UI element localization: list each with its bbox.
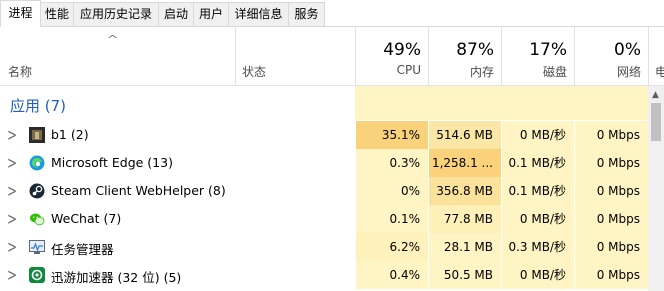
steam-icon bbox=[29, 183, 45, 199]
memory-cell: 50.5 MB bbox=[428, 261, 501, 289]
tab-details[interactable]: 详细信息 bbox=[228, 2, 289, 26]
memory-cell: 28.1 MB bbox=[428, 233, 501, 261]
scrollbar-thumb[interactable] bbox=[651, 103, 661, 141]
cpu-cell: 35.1% bbox=[355, 121, 428, 149]
memory-cell: 1,258.1 ... bbox=[428, 149, 501, 177]
name-column-label: 名称 bbox=[8, 65, 33, 79]
table-row[interactable]: > b1 (2) 35.1% 514.6 MB 0 MB/秒 0 Mbps bbox=[0, 121, 648, 149]
status-column-label: 状态 bbox=[242, 65, 267, 79]
network-cell: 0 Mbps bbox=[574, 261, 648, 289]
cpu-cell: 0.4% bbox=[355, 261, 428, 289]
cpu-cell: 0% bbox=[355, 177, 428, 205]
task-manager-icon bbox=[29, 240, 45, 254]
table-row[interactable]: > Steam Client WebHelper (8) 0% 356.8 MB… bbox=[0, 177, 648, 205]
tab-performance[interactable]: 性能 bbox=[40, 2, 74, 26]
group-title-apps[interactable]: 应用 (7) bbox=[10, 95, 66, 116]
disk-cell: 0.1 MB/秒 bbox=[501, 149, 574, 177]
process-name: 任务管理器 bbox=[51, 242, 114, 257]
cpu-cell: 0.3% bbox=[355, 149, 428, 177]
expand-chevron-icon[interactable]: > bbox=[7, 265, 17, 285]
sort-arrow-icon: ^ bbox=[106, 33, 119, 46]
disk-cell: 0.3 MB/秒 bbox=[501, 233, 574, 261]
table-row[interactable]: > WeChat (7) 0.1% 77.8 MB 0 MB/秒 0 Mbps bbox=[0, 205, 648, 233]
process-name: Microsoft Edge (13) bbox=[51, 155, 173, 170]
table-row[interactable]: > 迅游加速器 (32 位) (5) 0.4% 50.5 MB 0 MB/秒 0… bbox=[0, 261, 648, 289]
wechat-icon bbox=[30, 213, 45, 226]
scroll-up-arrow-icon[interactable]: ▲ bbox=[652, 90, 659, 100]
disk-cell: 0 MB/秒 bbox=[501, 205, 574, 233]
disk-cell: 0 MB/秒 bbox=[501, 261, 574, 289]
tab-bar: 进程 性能 应用历史记录 启动 用户 详细信息 服务 bbox=[0, 0, 664, 27]
expand-chevron-icon[interactable]: > bbox=[7, 181, 17, 201]
process-name: Steam Client WebHelper (8) bbox=[51, 183, 226, 198]
memory-cell: 514.6 MB bbox=[428, 121, 501, 149]
expand-chevron-icon[interactable]: > bbox=[7, 237, 17, 257]
table-row[interactable]: > 任务管理器 6.2% 28.1 MB 0.3 MB/秒 0 Mbps bbox=[0, 233, 648, 261]
process-name: WeChat (7) bbox=[51, 211, 122, 226]
disk-cell: 0.1 MB/秒 bbox=[501, 177, 574, 205]
expand-chevron-icon[interactable]: > bbox=[7, 125, 17, 145]
expand-chevron-icon[interactable]: > bbox=[7, 153, 17, 173]
network-cell: 0 Mbps bbox=[574, 121, 648, 149]
network-cell: 0 Mbps bbox=[574, 233, 648, 261]
power-column-label: 电 bbox=[655, 65, 664, 79]
cpu-total-percent: 49% bbox=[383, 40, 421, 60]
xunyou-icon bbox=[29, 267, 45, 283]
expand-chevron-icon[interactable]: > bbox=[7, 209, 17, 229]
memory-cell: 356.8 MB bbox=[428, 177, 501, 205]
cpu-cell: 0.1% bbox=[355, 205, 428, 233]
process-name: 迅游加速器 (32 位) (5) bbox=[51, 270, 182, 285]
memory-cell: 77.8 MB bbox=[428, 205, 501, 233]
disk-cell: 0 MB/秒 bbox=[501, 121, 574, 149]
network-total-percent: 0% bbox=[614, 40, 641, 60]
network-cell: 0 Mbps bbox=[574, 177, 648, 205]
process-name: b1 (2) bbox=[51, 127, 89, 142]
group-network-cell bbox=[574, 86, 648, 120]
group-cpu-cell bbox=[355, 86, 428, 120]
table-row[interactable]: > Microsoft Edge (13) 0.3% 1,258.1 ... 0… bbox=[0, 149, 648, 177]
b1-app-icon bbox=[29, 127, 45, 143]
group-disk-cell bbox=[501, 86, 574, 120]
group-memory-cell bbox=[428, 86, 501, 120]
cpu-column-label: CPU bbox=[396, 63, 421, 77]
network-cell: 0 Mbps bbox=[574, 149, 648, 177]
network-column-label: 网络 bbox=[616, 65, 641, 79]
memory-total-percent: 87% bbox=[456, 40, 494, 60]
tab-services[interactable]: 服务 bbox=[288, 2, 325, 26]
edge-icon bbox=[29, 155, 45, 171]
tab-users[interactable]: 用户 bbox=[193, 2, 229, 26]
tab-app-history[interactable]: 应用历史记录 bbox=[73, 2, 159, 26]
disk-total-percent: 17% bbox=[529, 40, 567, 60]
tab-processes[interactable]: 进程 bbox=[0, 0, 41, 27]
disk-column-label: 磁盘 bbox=[542, 65, 567, 79]
cpu-cell: 6.2% bbox=[355, 233, 428, 261]
vertical-scrollbar[interactable]: ▲ bbox=[648, 86, 664, 291]
network-cell: 0 Mbps bbox=[574, 205, 648, 233]
tab-startup[interactable]: 启动 bbox=[158, 2, 194, 26]
memory-column-label: 内存 bbox=[469, 65, 494, 79]
